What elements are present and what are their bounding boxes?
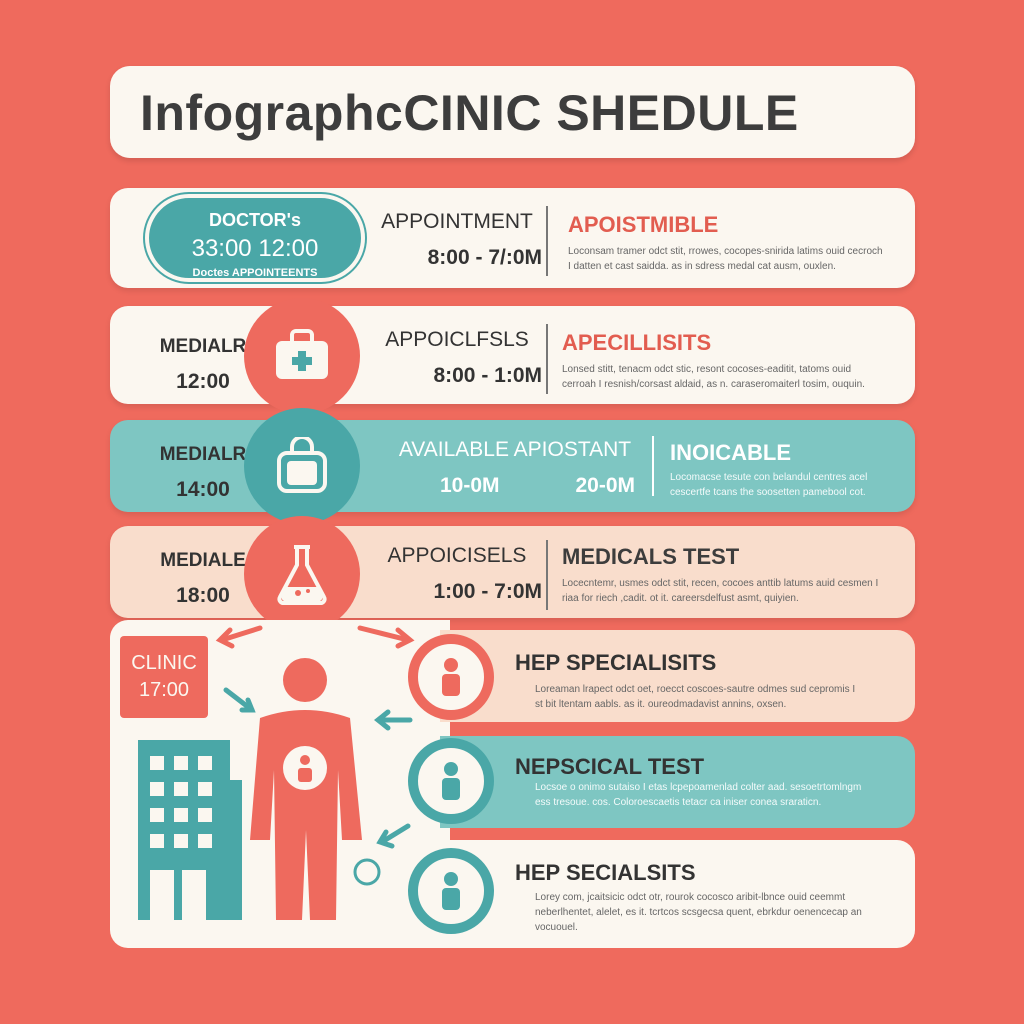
mid-times: 10-0M 20-0M	[385, 474, 645, 498]
medical-bag-icon	[276, 329, 328, 379]
flask-icon	[277, 545, 327, 605]
left-time: 18:00	[176, 584, 230, 607]
bag-icon	[277, 437, 327, 493]
divider	[546, 206, 548, 276]
left-label: MEDIALE	[160, 550, 246, 571]
mid-title: APPOICLFSLS	[385, 328, 529, 351]
divider	[546, 324, 548, 394]
schedule-row-4: MEDIALE 18:00 APPOICISELS 1:00 - 7:0M ME…	[110, 526, 915, 618]
small-percent-icon	[353, 858, 381, 886]
mid-block: APPOINTMENT 8:00 - 7/:0M	[372, 210, 542, 270]
mid-time: 8:00 - 7/:0M	[427, 246, 542, 269]
right-text: Lonsed stitt, tenacm odct stic, resont c…	[562, 364, 865, 390]
schedule-row-3: MEDIALR 14:00 AVAILABLE APIOSTANT 10-0M …	[110, 420, 915, 512]
mid-block: AVAILABLE APIOSTANT 10-0M 20-0M	[385, 438, 645, 498]
specialist-title: NEPSCICAL TEST	[515, 754, 705, 779]
divider	[546, 540, 548, 610]
badge-line3: Doctes APPOINTEENTS	[192, 267, 318, 279]
specialist-text: Locsoe o onimo sutaiso I etas lcpepoamen…	[535, 782, 862, 808]
mid-block: APPOICISELS 1:00 - 7:0M	[372, 544, 542, 604]
specialist-text: Loreaman lrapect odct oet, roecct coscoe…	[535, 684, 856, 710]
right-title: INOICABLE	[670, 440, 791, 465]
illustration	[138, 625, 415, 920]
mid-time: 8:00 - 1:0M	[433, 364, 542, 387]
left-block: MEDIALR 14:00	[148, 444, 258, 502]
right-title: APOISTMIBLE	[568, 212, 719, 237]
specialist-text: Lorey com, jcaitsicic odct otr, rourok c…	[535, 892, 862, 933]
specialist-title: HEP SPECIALISITS	[515, 650, 717, 675]
schedule-row-1: DOCTOR's 33:00 12:00 Doctes APPOINTEENTS…	[110, 188, 915, 288]
right-title: MEDICALS TEST	[562, 544, 740, 569]
mid-title: APPOICISELS	[387, 544, 527, 567]
left-time: 14:00	[176, 478, 230, 501]
mid-title: AVAILABLE APIOSTANT	[398, 438, 632, 461]
top-arrows	[215, 625, 415, 649]
left-time: 12:00	[176, 370, 230, 393]
left-block: MEDIALE 18:00	[148, 550, 258, 608]
mid-time: 1:00 - 7:0M	[433, 580, 542, 603]
left-label: MEDIALR	[159, 336, 247, 357]
mid-block: APPOICLFSLS 8:00 - 1:0M	[372, 328, 542, 388]
right-text: Loconsam tramer odct stit, rrowes, cocop…	[568, 246, 883, 272]
doctor-badge: DOCTOR's 33:00 12:00 Doctes APPOINTEENTS	[145, 194, 365, 282]
hospital-building-icon	[138, 740, 242, 920]
right-title: APECILLISITS	[562, 330, 712, 355]
title-bar: InfographcCINIC SHEDULE	[110, 66, 915, 158]
badge-line2: 33:00 12:00	[191, 235, 319, 262]
schedule-row-2: MEDIALR 12:00 APPOICLFSLS 8:00 - 1:0M AP…	[110, 306, 915, 404]
left-block: MEDIALR 12:00	[148, 336, 258, 394]
mid-title: APPOINTMENT	[381, 210, 533, 233]
divider	[652, 436, 654, 496]
bag-circle	[244, 408, 360, 524]
left-label: MEDIALR	[159, 444, 247, 465]
mid-time-a: 10-0M	[440, 474, 500, 497]
medical-bag-circle	[244, 298, 360, 414]
right-text: Locecntemr, usmes odct stit, recen, coco…	[562, 578, 879, 604]
right-text: Locomacse tesute con belandul centres ac…	[670, 472, 868, 498]
patient-figure-icon	[250, 658, 362, 920]
mid-time-b: 20-0M	[575, 474, 635, 497]
specialist-title: HEP SECIALSITS	[515, 860, 696, 885]
badge-line1: DOCTOR's	[209, 210, 301, 230]
page-title: InfographcCINIC SHEDULE	[140, 85, 799, 141]
